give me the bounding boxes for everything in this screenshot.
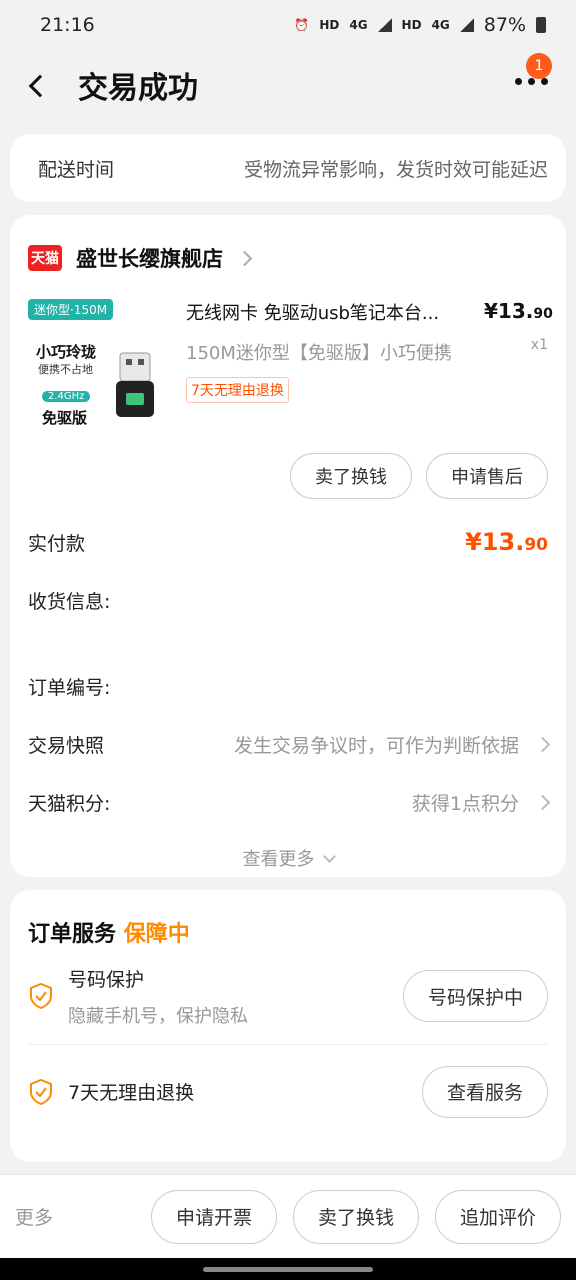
invoice-button[interactable]: 申请开票 xyxy=(150,1189,277,1244)
snapshot-row[interactable]: 交易快照 发生交易争议时，可作为判断依据 xyxy=(28,715,551,773)
usb-dongle-icon xyxy=(116,352,154,417)
snapshot-label: 交易快照 xyxy=(28,734,105,757)
shield-check-icon xyxy=(30,982,52,1010)
chevron-right-icon xyxy=(534,736,551,752)
product-quantity: x1 xyxy=(530,337,548,353)
thumb-line-3: 2.4GHz xyxy=(42,391,91,402)
add-review-button[interactable]: 追加评价 xyxy=(434,1189,561,1244)
page-title: 交易成功 xyxy=(78,71,198,106)
order-card: 天猫 盛世长缨旗舰店 迷你型·150M 小巧玲珑 便携不占地 2.4GHz 免驱… xyxy=(10,215,566,877)
network-label-2: HD xyxy=(401,18,422,32)
address-label: 收货信息: xyxy=(28,590,111,613)
thumb-tag: 迷你型·150M xyxy=(28,299,114,320)
network-label-1: HD xyxy=(319,18,340,32)
product-info: 无线网卡 免驱动usb笔记本台... 150M迷你型【免驱版】小巧便携 7天无理… xyxy=(186,299,484,439)
status-time: 21:16 xyxy=(40,14,95,36)
more-button[interactable]: 更多 xyxy=(15,1203,135,1230)
paid-amount: ¥13.90 xyxy=(465,528,548,556)
order-number-label: 订单编号: xyxy=(28,676,111,699)
top-nav: 交易成功 1 xyxy=(0,50,576,120)
shield-check-icon xyxy=(30,1078,52,1105)
more-options-icon[interactable] xyxy=(515,78,548,85)
order-number-row: 订单编号: xyxy=(28,657,548,715)
order-service-card: 订单服务 保障中 号码保护 隐藏手机号，保护隐私 号码保护中 7天无理由退换 查… xyxy=(10,890,566,1162)
shop-name[interactable]: 盛世长缨旗舰店 xyxy=(76,243,223,273)
product-thumbnail[interactable]: 迷你型·150M 小巧玲珑 便携不占地 2.4GHz 免驱版 xyxy=(28,299,168,439)
product-actions: 卖了换钱 申请售后 xyxy=(28,453,548,499)
delivery-info: 配送时间 受物流异常影响，发货时效可能延迟 xyxy=(10,134,566,202)
signal-icon xyxy=(377,18,392,32)
alarm-icon: ⏰ xyxy=(294,18,310,32)
notification-badge: 1 xyxy=(526,53,552,79)
chevron-right-icon xyxy=(236,250,253,266)
product-item[interactable]: 迷你型·150M 小巧玲珑 便携不占地 2.4GHz 免驱版 无线网卡 免驱动u… xyxy=(28,299,553,439)
product-price-block: ¥13.90 x1 xyxy=(484,299,553,439)
product-price: ¥13.90 xyxy=(484,299,553,323)
service-text: 7天无理由退换 xyxy=(68,1078,422,1105)
delivery-notice: 受物流异常影响，发货时效可能延迟 xyxy=(243,158,548,181)
product-title[interactable]: 无线网卡 免驱动usb笔记本台... xyxy=(186,299,468,325)
service-row-number-protection: 号码保护 隐藏手机号，保护隐私 号码保护中 xyxy=(28,948,548,1044)
service-name: 7天无理由退换 xyxy=(68,1082,195,1104)
battery-icon xyxy=(536,17,546,33)
service-text: 号码保护 隐藏手机号，保护隐私 xyxy=(68,965,403,1028)
after-sale-button[interactable]: 申请售后 xyxy=(426,453,548,499)
snapshot-value: 发生交易争议时，可作为判断依据 xyxy=(234,731,551,758)
status-icons: ⏰ HD 4G HD 4G 87% xyxy=(294,14,546,36)
network-type-1: 4G xyxy=(349,18,368,32)
battery-percent: 87% xyxy=(483,14,526,36)
product-spec: 150M迷你型【免驱版】小巧便携 xyxy=(186,343,452,364)
address-row: 收货信息: xyxy=(28,571,548,629)
tmall-logo-icon: 天猫 xyxy=(28,245,62,271)
sell-for-cash-button[interactable]: 卖了换钱 xyxy=(290,453,412,499)
see-more-button[interactable]: 查看更多 xyxy=(28,845,548,871)
points-row[interactable]: 天猫积分: 获得1点积分 xyxy=(28,773,551,831)
status-bar: 21:16 ⏰ HD 4G HD 4G 87% xyxy=(0,0,576,50)
chevron-down-icon xyxy=(322,850,336,863)
number-protection-button[interactable]: 号码保护中 xyxy=(402,970,548,1022)
guarantee-status: 保障中 xyxy=(123,922,190,947)
back-arrow-icon[interactable] xyxy=(26,73,50,97)
shop-header[interactable]: 天猫 盛世长缨旗舰店 xyxy=(28,237,548,279)
service-row-return: 7天无理由退换 查看服务 xyxy=(28,1044,548,1138)
sell-for-cash-bottom-button[interactable]: 卖了换钱 xyxy=(292,1189,419,1244)
thumb-line-2: 便携不占地 xyxy=(38,363,93,376)
system-nav-bar xyxy=(0,1258,576,1280)
thumb-line-4: 免驱版 xyxy=(42,409,88,427)
delivery-label: 配送时间 xyxy=(38,158,115,181)
bottom-action-bar: 更多 申请开票 卖了换钱 追加评价 xyxy=(0,1174,576,1258)
points-value: 获得1点积分 xyxy=(412,789,551,816)
return-policy-badge: 7天无理由退换 xyxy=(186,377,289,403)
chevron-right-icon xyxy=(534,794,551,810)
thumb-line-1: 小巧玲珑 xyxy=(36,343,97,361)
paid-amount-row: 实付款 ¥13.90 xyxy=(28,513,548,571)
service-desc: 隐藏手机号，保护隐私 xyxy=(68,1005,248,1027)
network-type-2: 4G xyxy=(431,18,450,32)
view-service-button[interactable]: 查看服务 xyxy=(421,1065,548,1118)
service-name: 号码保护 xyxy=(68,968,145,991)
home-indicator[interactable] xyxy=(203,1267,373,1272)
signal-icon-2 xyxy=(459,18,474,32)
service-title: 订单服务 保障中 xyxy=(28,922,190,947)
paid-label: 实付款 xyxy=(28,532,86,555)
points-label: 天猫积分: xyxy=(28,792,111,815)
